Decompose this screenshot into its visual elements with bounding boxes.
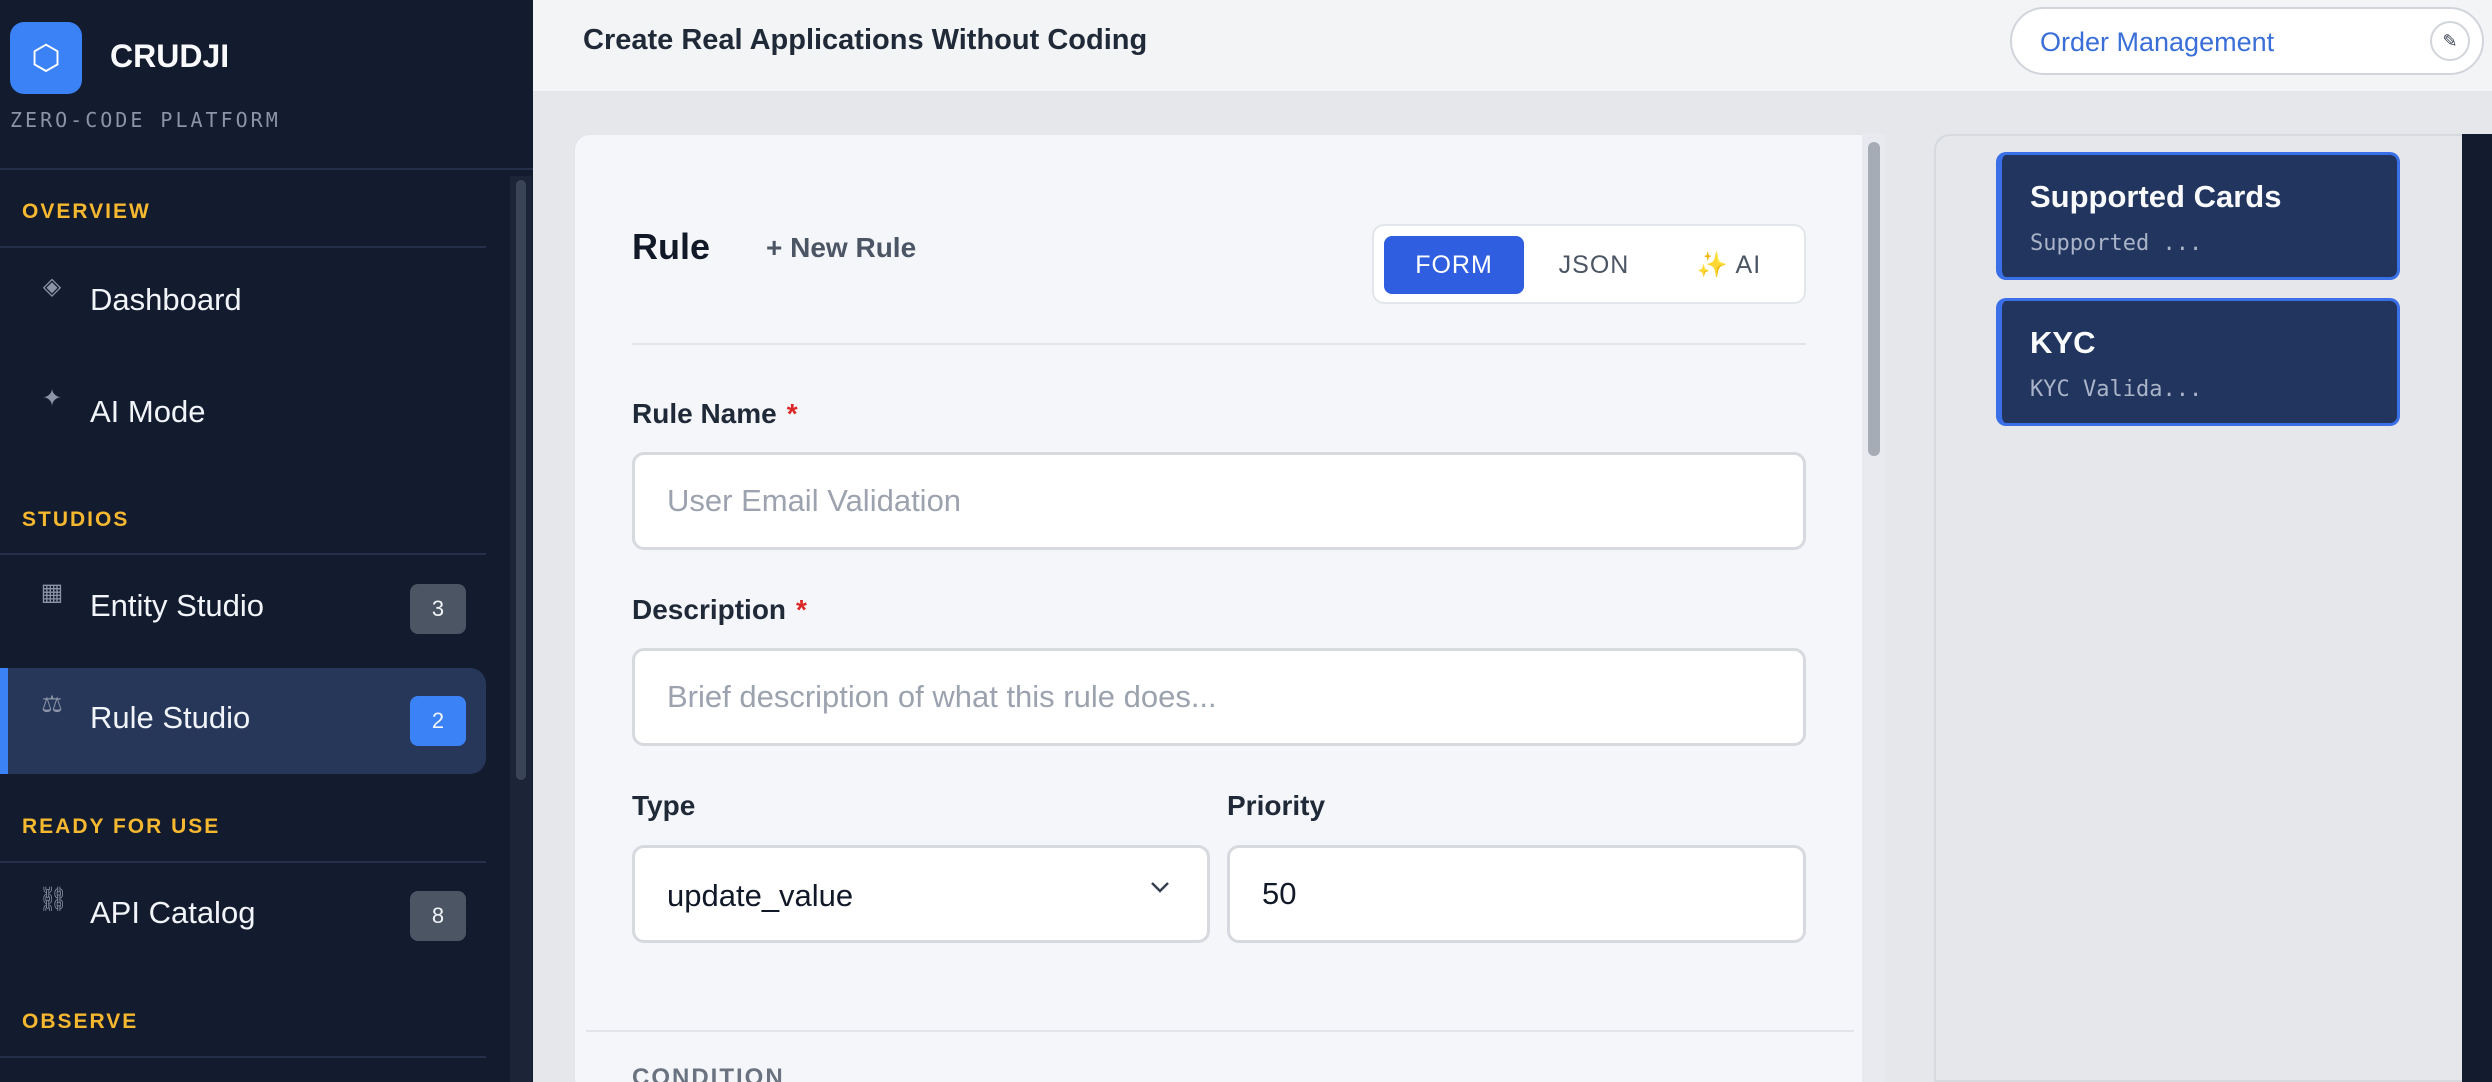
sidebar-scrollbar-thumb[interactable]: [516, 180, 526, 780]
rule-card[interactable]: Supported Cards Supported ...: [1996, 152, 2400, 280]
page-title: Create Real Applications Without Coding: [583, 24, 1148, 56]
chain-icon: ⛓: [38, 886, 69, 913]
tab-form[interactable]: FORM: [1384, 236, 1524, 294]
sidebar-item-dashboard[interactable]: ◈ Dashboard: [0, 250, 486, 356]
rule-name-input[interactable]: [632, 452, 1806, 550]
priority-input[interactable]: [1227, 845, 1806, 943]
project-selector[interactable]: Order Management ✎: [2010, 7, 2484, 75]
divider: [0, 1056, 486, 1058]
description-input[interactable]: [632, 648, 1806, 746]
tab-json[interactable]: JSON: [1534, 236, 1654, 294]
divider: [632, 343, 1806, 345]
editor-title: Rule: [632, 226, 711, 267]
sidebar-item-label: Rule Studio: [90, 700, 251, 735]
required-marker: *: [786, 398, 798, 429]
logo-icon[interactable]: ⬡: [10, 22, 82, 94]
project-name[interactable]: Order Management: [2040, 27, 2274, 58]
brand: ⬡ CRUDJI ZERO-CODE PLATFORM: [0, 0, 533, 170]
sidebar-item-label: Dashboard: [90, 282, 242, 317]
tab-ai[interactable]: ✨ AI: [1664, 236, 1794, 294]
grid-icon: ▦: [40, 579, 64, 606]
section-title-ready-for-use: READY FOR USE: [22, 815, 221, 838]
section-title-observe: OBSERVE: [22, 1010, 139, 1033]
dashboard-icon: ◈: [42, 273, 62, 300]
new-rule-button[interactable]: + New Rule: [766, 232, 916, 264]
type-select[interactable]: update_value: [632, 845, 1210, 943]
priority-label: Priority: [1227, 790, 1326, 821]
mode-toggle: FORM JSON ✨ AI: [1372, 224, 1806, 304]
count-badge: 2: [410, 696, 466, 746]
sidebar-item-entity-studio[interactable]: ▦ Entity Studio 3: [0, 556, 486, 662]
sidebar-item-label: API Catalog: [90, 895, 256, 930]
divider: [586, 1030, 1854, 1032]
description-label: Description *: [632, 594, 807, 626]
required-marker: *: [796, 594, 807, 625]
edit-icon[interactable]: ✎: [2430, 21, 2470, 61]
sidebar-item-label: Entity Studio: [90, 588, 265, 623]
sidebar-item-ai-mode[interactable]: ✦ AI Mode: [0, 362, 486, 468]
type-label: Type: [632, 790, 696, 821]
count-badge: 3: [410, 584, 466, 634]
condition-section-title: CONDITION: [632, 1064, 785, 1082]
chevron-down-icon: [1147, 874, 1173, 907]
sparkle-icon: ✦: [41, 385, 63, 412]
rule-name-label-text: Rule Name: [632, 398, 777, 429]
editor-scrollbar-thumb[interactable]: [1868, 142, 1880, 456]
divider: [0, 246, 486, 248]
rule-card-title: Supported Cards: [2030, 179, 2282, 214]
type-select-value: update_value: [667, 878, 854, 913]
divider: [0, 553, 486, 555]
rule-card[interactable]: KYC KYC Valida...: [1996, 298, 2400, 426]
rule-card-title: KYC: [2030, 325, 2096, 360]
sidebar-item-label: AI Mode: [90, 394, 206, 429]
section-title-overview: OVERVIEW: [22, 200, 151, 223]
description-label-text: Description: [632, 594, 787, 625]
sidebar-item-api-catalog[interactable]: ⛓ API Catalog 8: [0, 863, 486, 969]
sidebar-item-rule-studio[interactable]: ⚖ Rule Studio 2: [0, 668, 486, 774]
rule-name-label: Rule Name *: [632, 398, 798, 430]
top-header: Create Real Applications Without Coding …: [533, 0, 2492, 92]
count-badge: 8: [410, 891, 466, 941]
sidebar: ⬡ CRUDJI ZERO-CODE PLATFORM OVERVIEW ◈ D…: [0, 0, 533, 1082]
brand-subtitle: ZERO-CODE PLATFORM: [10, 108, 281, 132]
rule-card-subtitle: Supported ...: [2030, 231, 2203, 256]
rule-card-subtitle: KYC Valida...: [2030, 377, 2203, 402]
scales-icon: ⚖: [41, 691, 63, 718]
panel-edge: [2462, 134, 2492, 1082]
section-title-studios: STUDIOS: [22, 508, 130, 531]
brand-name: CRUDJI: [110, 38, 230, 74]
